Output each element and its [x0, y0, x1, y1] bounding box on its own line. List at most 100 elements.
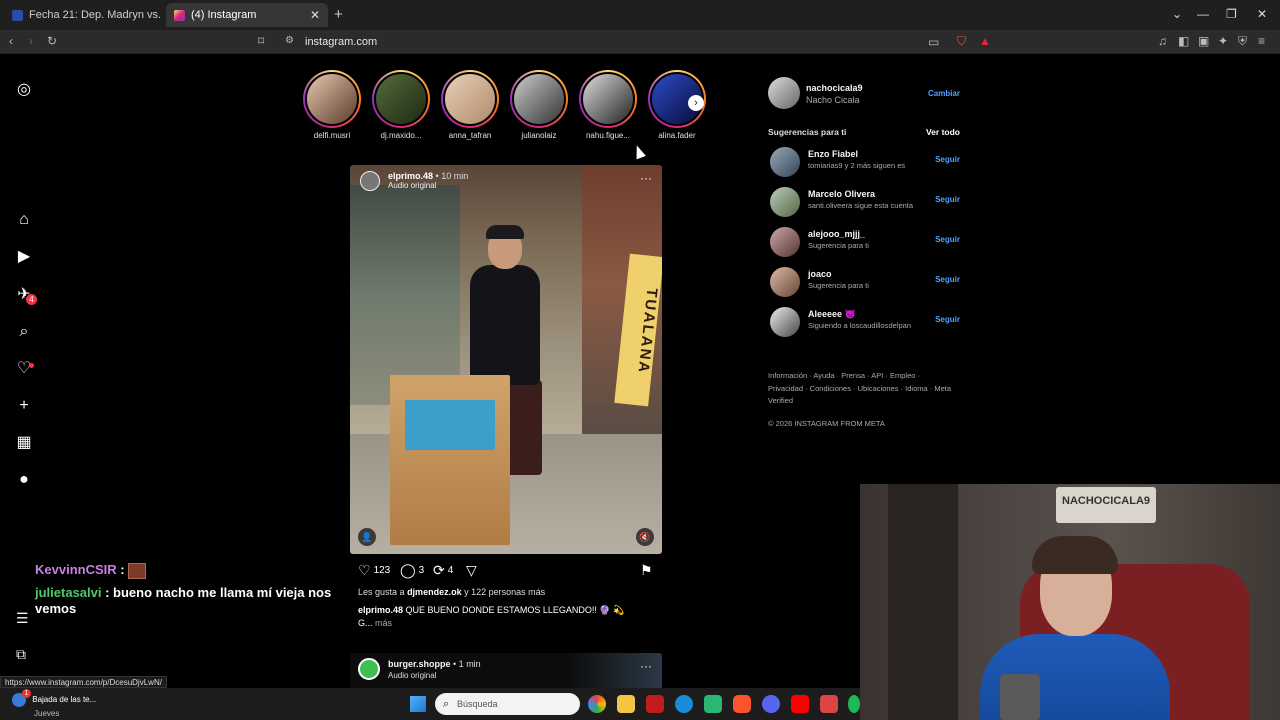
- taskbar-search[interactable]: ⌕ Búsqueda: [435, 693, 580, 715]
- dashboard-icon[interactable]: ▦: [14, 433, 34, 453]
- post-more-icon[interactable]: ···: [640, 171, 652, 185]
- post-username[interactable]: elprimo.48: [388, 171, 433, 181]
- reels-icon[interactable]: ▶: [14, 247, 34, 267]
- menu-icon[interactable]: ≡: [1258, 34, 1265, 48]
- follow-button[interactable]: Seguir: [935, 315, 960, 324]
- story-item[interactable]: julianolaiz: [509, 70, 569, 140]
- caption-username[interactable]: elprimo.48: [358, 605, 403, 615]
- tab-match[interactable]: Fecha 21: Dep. Madryn vs. Godoy Cr: [4, 3, 164, 27]
- news-widget[interactable]: 1 Bajada de las te... Jueves: [12, 689, 96, 718]
- notifications-icon[interactable]: ♡: [14, 359, 34, 379]
- tab-search-icon[interactable]: ⌄: [1172, 7, 1182, 21]
- caption-text: QUE BUENO DONDE ESTAMOS LLEGANDO!! 🔮 💫: [405, 605, 625, 615]
- liked-by-suffix[interactable]: y 122 personas más: [464, 587, 545, 597]
- profile-avatar-icon[interactable]: ●: [14, 470, 34, 490]
- share-button[interactable]: ▽: [466, 562, 480, 579]
- brave-shields-icon[interactable]: ⛉: [957, 34, 966, 49]
- brave-icon[interactable]: [733, 695, 751, 713]
- avatar[interactable]: [770, 187, 800, 217]
- edge-icon[interactable]: [675, 695, 693, 713]
- save-button[interactable]: ⚑: [640, 562, 656, 579]
- media-icon[interactable]: ♫: [1158, 34, 1167, 48]
- story-username: julianolaiz: [521, 131, 557, 140]
- stories-next-icon[interactable]: ›: [688, 95, 704, 111]
- chat-username: KevvinnCSIR: [35, 562, 117, 577]
- search-icon[interactable]: ⌕: [14, 322, 34, 342]
- close-window-icon[interactable]: ✕: [1257, 7, 1267, 21]
- comments-count: 3: [418, 565, 425, 576]
- suggestion-username[interactable]: alejooo_mjjj_: [808, 229, 865, 239]
- current-username[interactable]: nachocicala9: [806, 83, 863, 93]
- create-icon[interactable]: +: [14, 396, 34, 416]
- repost-button[interactable]: ⟳ 4: [433, 562, 453, 579]
- follow-button[interactable]: Seguir: [935, 235, 960, 244]
- bookmark-icon[interactable]: ⌑: [258, 34, 264, 48]
- post-audio[interactable]: Audio original: [388, 671, 436, 680]
- post-audio[interactable]: Audio original: [388, 181, 468, 190]
- sidebar-icon[interactable]: ◧: [1178, 34, 1189, 48]
- rewards-icon[interactable]: ▲: [979, 34, 991, 48]
- story-item[interactable]: nahu.figue...: [578, 70, 638, 140]
- post-avatar[interactable]: [360, 171, 380, 191]
- restore-icon[interactable]: ❐: [1226, 7, 1237, 21]
- store-icon[interactable]: [704, 695, 722, 713]
- footer-links[interactable]: Información · Ayuda · Prensa · API · Emp…: [768, 370, 953, 408]
- story-item[interactable]: anna_tafran: [440, 70, 500, 140]
- back-icon[interactable]: ‹: [9, 34, 13, 48]
- suggestion-username[interactable]: Marcelo Olivera: [808, 189, 875, 199]
- vpn-icon[interactable]: ⛨: [1238, 34, 1247, 49]
- app-icon[interactable]: [646, 695, 664, 713]
- site-info-icon[interactable]: ⚙: [285, 35, 294, 46]
- see-all-link[interactable]: Ver todo: [926, 127, 960, 137]
- story-item[interactable]: dj.maxido...: [371, 70, 431, 140]
- extensions-icon[interactable]: ✦: [1218, 34, 1228, 48]
- tab-instagram[interactable]: (4) Instagram ✕: [166, 3, 328, 27]
- avatar[interactable]: [770, 147, 800, 177]
- comment-button[interactable]: ◯ 3: [400, 562, 424, 579]
- like-button[interactable]: ♡ 123: [358, 562, 390, 579]
- story-item[interactable]: delfi.musri: [302, 70, 362, 140]
- chrome-icon[interactable]: [588, 695, 606, 713]
- cast-icon[interactable]: ▭: [928, 35, 939, 49]
- also-from-meta-icon[interactable]: ⧉: [16, 646, 26, 663]
- avatar[interactable]: [770, 307, 800, 337]
- wallet-icon[interactable]: ▣: [1198, 34, 1209, 48]
- avatar[interactable]: [770, 227, 800, 257]
- windows-start-icon[interactable]: [410, 696, 426, 712]
- close-tab-icon[interactable]: ✕: [310, 8, 320, 22]
- suggestion-username[interactable]: Aleeeee 😈: [808, 309, 856, 320]
- minimize-icon[interactable]: —: [1197, 7, 1209, 21]
- avatar[interactable]: [768, 77, 800, 109]
- caption-more-link[interactable]: más: [375, 618, 392, 628]
- follow-button[interactable]: Seguir: [935, 195, 960, 204]
- news-badge: 1: [22, 689, 31, 698]
- instagram-logo-icon[interactable]: ◎: [14, 80, 34, 100]
- new-tab-button[interactable]: +: [334, 6, 343, 23]
- post-video[interactable]: TUALANA elprimo.48 • 10 min Audio origin…: [350, 165, 662, 554]
- suggestion-username[interactable]: joaco: [808, 269, 832, 279]
- follow-button[interactable]: Seguir: [935, 275, 960, 284]
- mute-icon[interactable]: 🔇: [636, 528, 654, 546]
- post-time: • 1 min: [453, 659, 481, 669]
- switch-account-link[interactable]: Cambiar: [928, 89, 960, 98]
- youtube-icon[interactable]: [791, 695, 809, 713]
- liked-by-user[interactable]: djmendez.ok: [407, 587, 462, 597]
- repost-icon: ⟳: [433, 562, 445, 578]
- post-username[interactable]: burger.shoppe: [388, 659, 451, 669]
- post-avatar[interactable]: [358, 658, 380, 680]
- more-menu-icon[interactable]: ☰: [16, 610, 29, 627]
- forward-icon[interactable]: ›: [29, 34, 33, 48]
- address-bar[interactable]: ⚙ instagram.com ▭ ⛉ ▲: [280, 32, 1000, 52]
- reload-icon[interactable]: ↻: [47, 34, 57, 48]
- tagged-users-icon[interactable]: 👤: [358, 528, 376, 546]
- home-icon[interactable]: ⌂: [14, 210, 34, 230]
- file-explorer-icon[interactable]: [617, 695, 635, 713]
- post-more-icon[interactable]: ···: [640, 659, 652, 673]
- weather-icon: 1: [12, 689, 31, 707]
- avatar[interactable]: [770, 267, 800, 297]
- follow-button[interactable]: Seguir: [935, 155, 960, 164]
- suggestion-username[interactable]: Enzo Fiabel: [808, 149, 858, 159]
- spotify-icon[interactable]: [848, 695, 860, 713]
- discord-icon[interactable]: [762, 695, 780, 713]
- mail-icon[interactable]: [820, 695, 838, 713]
